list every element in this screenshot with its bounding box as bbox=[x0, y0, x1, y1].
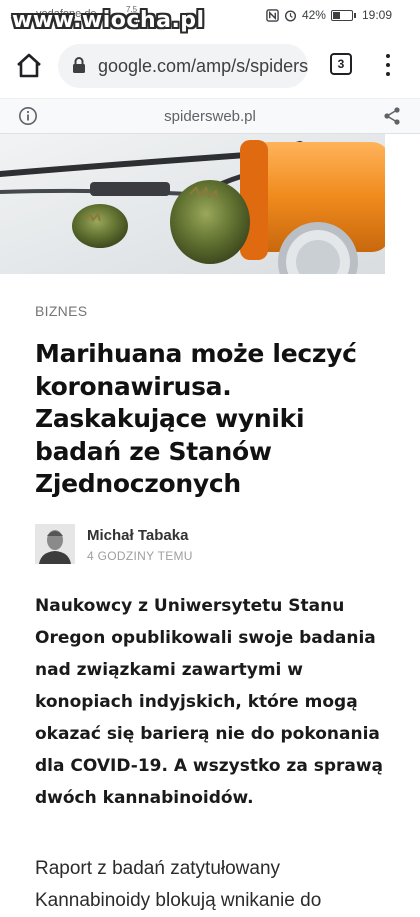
home-icon[interactable] bbox=[14, 51, 44, 81]
address-bar[interactable]: google.com/amp/s/spidersweb.pl bbox=[58, 44, 308, 88]
amp-header: spidersweb.pl bbox=[0, 98, 420, 134]
clock: 19:09 bbox=[361, 8, 392, 22]
amp-domain: spidersweb.pl bbox=[164, 108, 256, 125]
author-name[interactable]: Michał Tabaka bbox=[87, 527, 188, 544]
avatar bbox=[35, 524, 75, 564]
tabs-icon[interactable]: 3 bbox=[330, 53, 352, 75]
share-icon[interactable] bbox=[382, 106, 402, 126]
status-icons: 42% 19:09 bbox=[266, 8, 392, 22]
article-paragraph: Raport z badań zatytułowany Kannabinoidy… bbox=[35, 858, 322, 911]
alarm-icon bbox=[284, 9, 296, 21]
article-lead: Naukowcy z Uniwersytetu Stanu Oregon opu… bbox=[35, 596, 384, 808]
lock-icon bbox=[73, 57, 85, 73]
nfc-icon bbox=[266, 8, 279, 22]
article-category[interactable]: BIZNES bbox=[35, 303, 87, 319]
article-title: Marihuana może leczyć koronawirusa. Zask… bbox=[35, 339, 357, 498]
publish-time: 4 GODZINY TEMU bbox=[87, 549, 193, 563]
url-text[interactable]: google.com/amp/s/spidersweb.pl bbox=[98, 56, 308, 77]
battery-level bbox=[332, 11, 341, 19]
status-bar: vodafone.de 7.5 www.wiocha.pl 42% 19:09 bbox=[0, 0, 420, 34]
battery-icon bbox=[330, 9, 356, 21]
hero-image bbox=[0, 134, 385, 274]
browser-toolbar: google.com/amp/s/spidersweb.pl 3 bbox=[0, 34, 420, 98]
battery-percent: 42% bbox=[301, 8, 326, 22]
menu-icon[interactable] bbox=[378, 52, 398, 78]
watermark: www.wiocha.pl bbox=[12, 8, 205, 33]
